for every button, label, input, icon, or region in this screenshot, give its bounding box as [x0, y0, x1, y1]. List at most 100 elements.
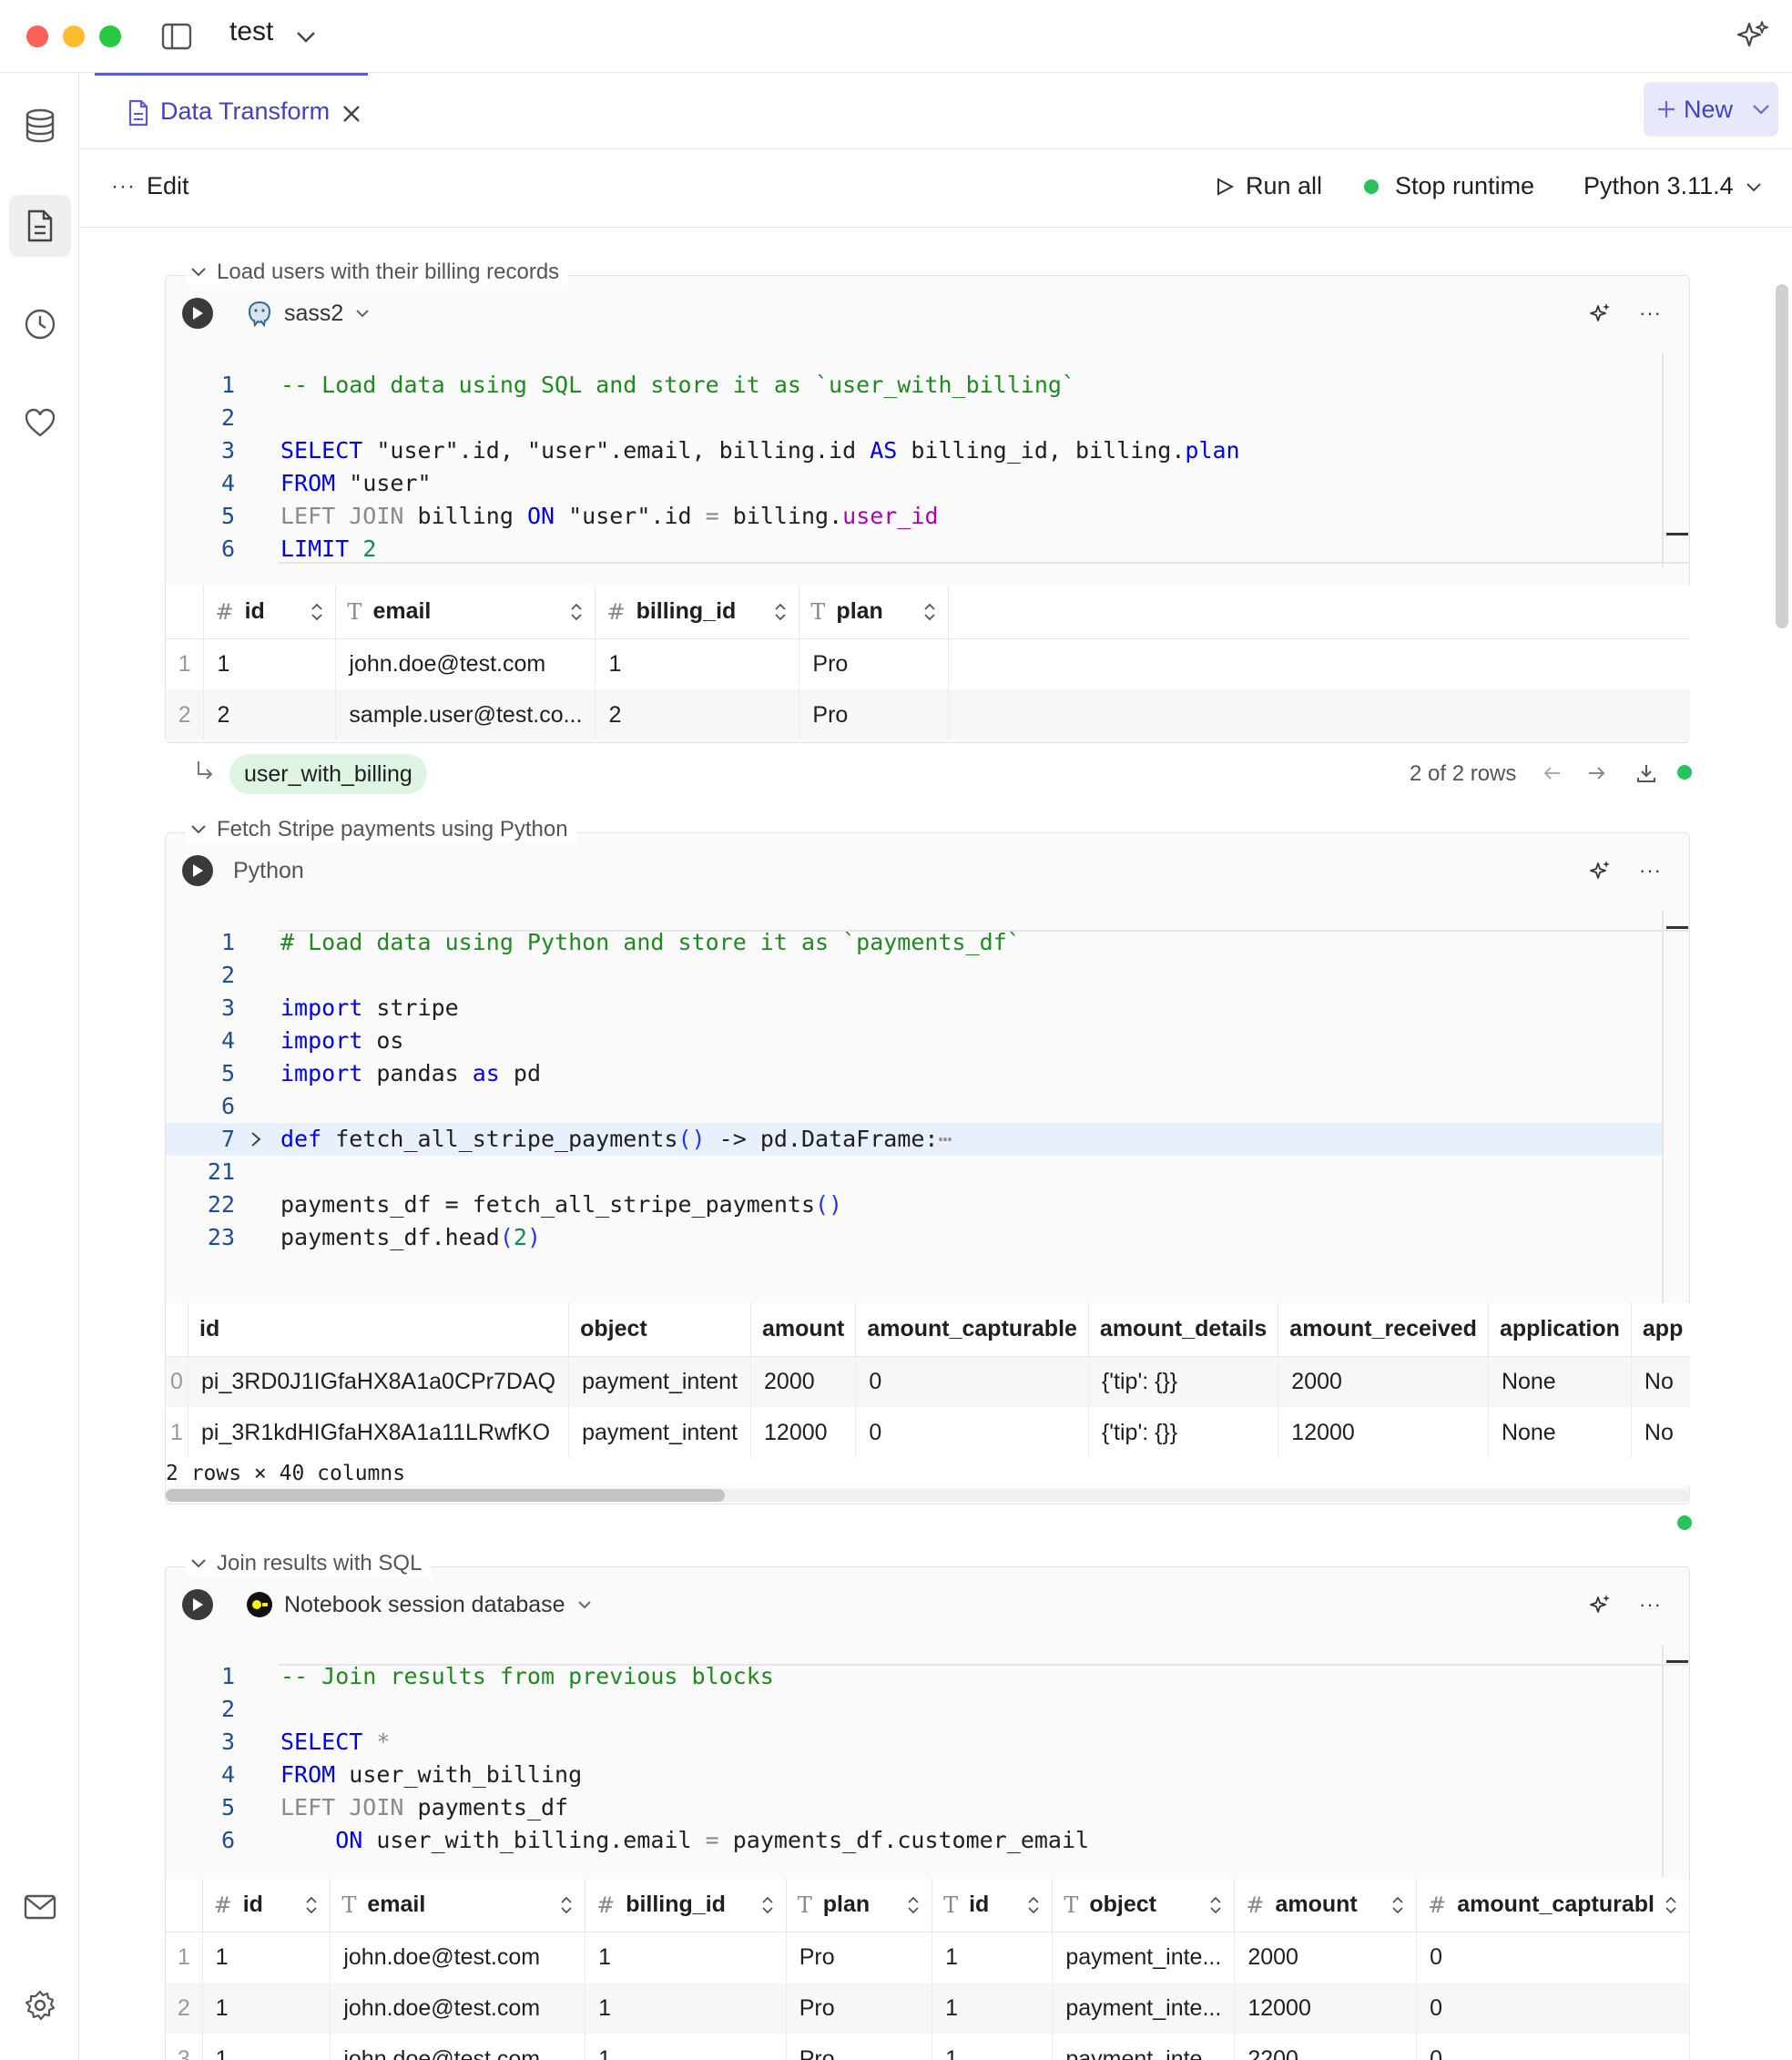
column-header[interactable]: # id [203, 586, 337, 639]
table-row[interactable]: 2 1 john.doe@test.com 1 Pro 1 payment_inte... 1… [166, 1983, 1690, 2034]
code-line[interactable]: 21 [166, 1156, 1663, 1188]
maximize-window-button[interactable] [99, 25, 121, 47]
code-editor[interactable]: 1 -- Join results from previous blocks 2 3 S… [166, 1660, 1663, 1857]
table-cell[interactable]: 1 [595, 638, 800, 689]
column-header[interactable]: Tplan [799, 586, 950, 639]
sort-icon[interactable] [760, 1895, 775, 1915]
table-cell[interactable]: 2 [595, 689, 800, 740]
chevron-down-icon[interactable] [189, 263, 208, 281]
table-cell[interactable]: payment_inte... [1052, 1983, 1236, 2034]
table-cell[interactable]: 1 [203, 638, 337, 689]
code-line[interactable]: 4 FROM user_with_billing [166, 1759, 1663, 1791]
column-header[interactable]: Tid [932, 1879, 1054, 1933]
cell-title[interactable]: Fetch Stripe payments using Python [186, 817, 577, 842]
close-window-button[interactable] [26, 25, 48, 47]
table-cell[interactable]: 2000 [1234, 1932, 1418, 1983]
sort-icon[interactable] [922, 602, 937, 622]
output-variable-chip[interactable]: user_with_billing [229, 754, 427, 794]
chevron-down-icon[interactable] [189, 821, 208, 839]
code-line[interactable]: 2 [166, 1693, 1663, 1726]
column-header[interactable]: # billing_id [595, 586, 800, 639]
sort-icon[interactable] [1390, 1895, 1405, 1915]
column-header[interactable]: Tobject [1052, 1879, 1236, 1933]
table-cell[interactable]: 1 [932, 1932, 1054, 1983]
run-cell-button[interactable] [182, 855, 213, 886]
code-line[interactable]: 2 [166, 402, 1663, 434]
table-cell[interactable]: john.doe@test.com [330, 1983, 586, 2034]
table-cell[interactable]: Pro [799, 638, 950, 689]
code-line[interactable]: 1 -- Join results from previous blocks [166, 1660, 1663, 1693]
code-line[interactable]: 3 SELECT * [166, 1726, 1663, 1759]
run-cell-button[interactable] [182, 1589, 213, 1620]
fold-chevron-icon[interactable] [249, 1130, 262, 1148]
table-cell[interactable]: 1 [585, 1983, 787, 2034]
column-header[interactable]: # amount [1234, 1879, 1418, 1933]
code-line[interactable]: 1 # Load data using Python and store it a… [166, 926, 1663, 959]
code-line[interactable]: 22 payments_df = fetch_all_stripe_payment… [166, 1188, 1663, 1221]
table-cell[interactable]: 1 [202, 2034, 331, 2060]
source-selector[interactable]: sass2 [284, 301, 343, 327]
column-header[interactable]: # id [202, 1879, 331, 1933]
tab-data-transform[interactable]: Data Transform [95, 73, 368, 149]
table-row[interactable]: 1 1 john.doe@test.com 1 Pro 1 payment_inte... 2… [166, 1932, 1690, 1983]
code-line[interactable]: 2 [166, 959, 1663, 992]
code-line[interactable]: 7 def fetch_all_stripe_payments() -> pd.D… [166, 1123, 1663, 1156]
table-cell[interactable]: 0 [1416, 1983, 1690, 2034]
new-button[interactable]: New [1644, 82, 1778, 137]
sidebar-toggle-icon[interactable] [160, 20, 193, 53]
column-header[interactable]: # amount_capturabl [1416, 1879, 1690, 1933]
table-cell[interactable]: 1 [202, 1932, 331, 1983]
arrow-left-icon[interactable] [1542, 764, 1563, 782]
table-cell[interactable]: Pro [786, 2034, 933, 2060]
database-icon[interactable] [9, 95, 71, 157]
notebook-scrollbar[interactable] [1776, 284, 1788, 628]
table-cell[interactable]: 1 [202, 1983, 331, 2034]
minimize-window-button[interactable] [63, 25, 85, 47]
ai-sparkle-icon[interactable] [1588, 301, 1612, 325]
table-cell[interactable]: Pro [786, 1983, 933, 2034]
code-editor[interactable]: 1 # Load data using Python and store it a… [166, 926, 1663, 1254]
ai-sparkle-icon[interactable] [1735, 18, 1771, 55]
table-cell[interactable]: 0 [1416, 2034, 1690, 2060]
settings-icon[interactable] [9, 1974, 71, 2036]
table-cell[interactable]: john.doe@test.com [330, 2034, 586, 2060]
table-cell[interactable]: Pro [786, 1932, 933, 1983]
horizontal-scrollbar[interactable] [166, 1489, 1690, 1502]
table-cell[interactable]: john.doe@test.com [335, 638, 596, 689]
runtime-selector[interactable]: Python 3.11.4 [1583, 172, 1763, 200]
sort-icon[interactable] [569, 602, 584, 622]
table-cell[interactable]: 2200 [1234, 2034, 1418, 2060]
download-icon[interactable] [1635, 762, 1657, 784]
table-cell[interactable]: 0 [1416, 1932, 1690, 1983]
history-icon[interactable] [9, 293, 71, 355]
table-row[interactable]: 2 2 sample.user@test.co... 2 Pro [166, 689, 1690, 740]
table-cell[interactable]: payment_inte... [1052, 1932, 1236, 1983]
table-cell[interactable]: 1 [932, 1983, 1054, 2034]
column-header[interactable]: Temail [335, 586, 596, 639]
sort-icon[interactable] [559, 1895, 574, 1915]
code-line[interactable]: 23 payments_df.head(2) [166, 1221, 1663, 1254]
cell-title[interactable]: Load users with their billing records [186, 260, 569, 285]
sort-icon[interactable] [773, 602, 788, 622]
code-line[interactable]: 5 import pandas as pd [166, 1057, 1663, 1090]
project-title[interactable]: test [229, 16, 273, 47]
mail-icon[interactable] [9, 1876, 71, 1938]
code-line[interactable]: 1 -- Load data using SQL and store it as … [166, 369, 1663, 402]
run-cell-button[interactable] [182, 298, 213, 329]
column-header[interactable]: Temail [330, 1879, 586, 1933]
sort-icon[interactable] [310, 602, 324, 622]
sort-icon[interactable] [1664, 1895, 1678, 1915]
code-line[interactable]: 3 SELECT "user".id, "user".email, billing… [166, 434, 1663, 467]
table-cell[interactable]: 1 [932, 2034, 1054, 2060]
table-cell[interactable]: 1 [585, 2034, 787, 2060]
table-cell[interactable]: 1 [585, 1932, 787, 1983]
table-cell[interactable]: 2 [203, 689, 337, 740]
code-line[interactable]: 4 FROM "user" [166, 467, 1663, 500]
chevron-down-icon[interactable] [576, 1596, 593, 1613]
cell-more-icon[interactable]: ··· [1639, 1593, 1662, 1616]
ai-sparkle-icon[interactable] [1588, 859, 1612, 882]
table-row[interactable]: 1 1 john.doe@test.com 1 Pro [166, 638, 1690, 689]
table-cell[interactable]: 12000 [1234, 1983, 1418, 2034]
close-tab-icon[interactable] [341, 103, 362, 125]
code-line[interactable]: 6 LIMIT 2 [166, 533, 1663, 566]
